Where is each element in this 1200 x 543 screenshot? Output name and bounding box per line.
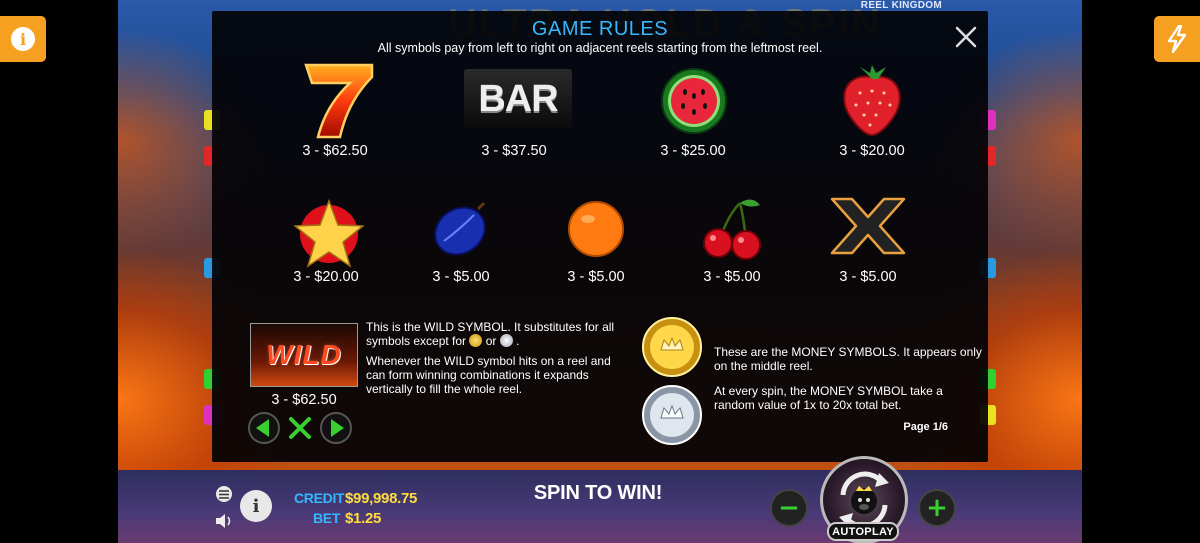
star-pay: 3 - $20.00 xyxy=(293,269,359,285)
gold-money-symbol xyxy=(640,315,704,379)
credit-value: $99,998.75 xyxy=(345,490,418,507)
cherries-pay: 3 - $5.00 xyxy=(703,269,761,285)
money-description-1: These are the MONEY SYMBOLS. It appears … xyxy=(714,345,982,373)
quick-spin-button[interactable] xyxy=(1154,16,1200,62)
close-button[interactable] xyxy=(954,25,978,49)
star-icon xyxy=(294,199,364,268)
seven-icon xyxy=(304,63,374,139)
credit-label: CREDIT xyxy=(294,490,345,506)
seven-symbol xyxy=(298,61,378,141)
plum-symbol xyxy=(428,197,492,261)
hamburger-icon xyxy=(219,489,229,499)
strawberry-symbol xyxy=(832,61,912,141)
watermelon-icon xyxy=(661,68,727,134)
wild-description-2: Whenever the WILD symbol hits on a reel … xyxy=(366,354,611,396)
x-symbol xyxy=(828,193,908,259)
sound-button[interactable] xyxy=(214,512,234,530)
wild-symbol: WILD xyxy=(250,323,358,387)
gold-coin-icon xyxy=(642,317,702,377)
plum-icon xyxy=(434,201,486,256)
star-symbol xyxy=(292,197,366,271)
x-icon xyxy=(830,197,906,255)
orange-symbol xyxy=(564,197,628,261)
decrease-bet-button[interactable]: − xyxy=(770,489,808,527)
spin-message: SPIN TO WIN! xyxy=(533,482,663,504)
orange-pay: 3 - $5.00 xyxy=(567,269,625,285)
silver-money-symbol xyxy=(640,383,704,447)
money-description-2: At every spin, the MONEY SYMBOL take a r… xyxy=(714,384,943,412)
lightning-icon xyxy=(1167,25,1187,53)
seven-pay: 3 - $62.50 xyxy=(302,143,368,159)
bet-label: BET xyxy=(313,510,341,526)
bar-pay: 3 - $37.50 xyxy=(481,143,547,159)
wild-pay: 3 - $62.50 xyxy=(271,392,337,408)
game-screen: ULTRA HOLD & SPIN REEL KINGDOM i GAME RU… xyxy=(0,0,1200,543)
cherries-icon xyxy=(703,199,761,260)
plum-pay: 3 - $5.00 xyxy=(432,269,490,285)
info-button[interactable]: i xyxy=(240,490,272,522)
orange-icon xyxy=(568,201,624,257)
rules-subtitle: All symbols pay from left to right on ad… xyxy=(377,41,823,55)
watermelon-pay: 3 - $25.00 xyxy=(660,143,726,159)
bar-symbol: BAR xyxy=(464,69,572,129)
silver-coin-icon xyxy=(642,385,702,445)
rules-title: GAME RULES xyxy=(531,18,669,40)
strawberry-icon xyxy=(843,65,901,137)
increase-bet-button[interactable]: + xyxy=(918,489,956,527)
watermelon-symbol xyxy=(656,63,732,139)
x-pay: 3 - $5.00 xyxy=(839,269,897,285)
bar-label: BAR xyxy=(478,77,558,120)
page-indicator: Page 1/6 xyxy=(903,421,948,433)
gold-coin-icon xyxy=(469,334,483,347)
close-icon xyxy=(289,417,311,439)
bet-value: $1.25 xyxy=(345,510,382,527)
brand-label: REEL KINGDOM xyxy=(860,0,942,11)
close-icon xyxy=(955,26,977,48)
bottom-bar: i CREDIT $99,998.75 BET $1.25 SPIN TO WI… xyxy=(118,456,1082,543)
previous-page-button[interactable] xyxy=(247,411,281,445)
cherries-symbol xyxy=(698,193,768,263)
info-side-button[interactable]: i xyxy=(0,16,46,62)
rules-navigation xyxy=(247,411,353,445)
game-rules-panel: GAME RULES All symbols pay from left to … xyxy=(212,11,988,462)
right-arrow-icon xyxy=(320,412,352,444)
silver-coin-icon xyxy=(499,334,513,347)
wild-description-1: This is the WILD SYMBOL. It substitutes … xyxy=(366,320,615,348)
autoplay-button[interactable]: AUTOPLAY xyxy=(827,522,899,541)
speaker-icon xyxy=(216,514,231,528)
wild-label: WILD xyxy=(266,339,342,370)
strawberry-pay: 3 - $20.00 xyxy=(839,143,905,159)
next-page-button[interactable] xyxy=(319,411,353,445)
info-icon: i xyxy=(11,27,35,51)
close-rules-button[interactable] xyxy=(283,411,317,445)
menu-button[interactable] xyxy=(216,486,232,502)
left-arrow-icon xyxy=(248,412,280,444)
